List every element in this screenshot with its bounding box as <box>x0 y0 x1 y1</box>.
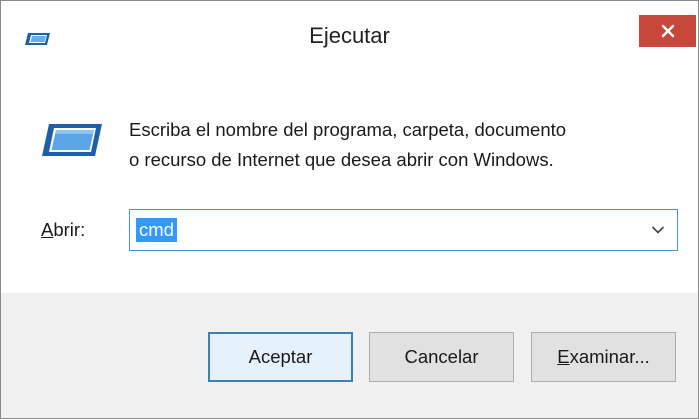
description-line-1: Escriba el nombre del programa, carpeta,… <box>129 119 567 140</box>
cancel-button-label: Cancelar <box>404 346 479 367</box>
browse-mnemonic: E <box>557 346 570 367</box>
ok-button-label: Aceptar <box>248 346 313 367</box>
open-label-mnemonic: A <box>41 219 54 240</box>
run-program-icon <box>42 124 102 156</box>
cancel-button[interactable]: Cancelar <box>369 332 514 382</box>
open-label-text: brir: <box>53 219 86 240</box>
open-label: Abrir: <box>41 219 85 241</box>
browse-button[interactable]: Examinar... <box>531 332 676 382</box>
dialog-content: Escriba el nombre del programa, carpeta,… <box>1 67 698 293</box>
browse-label-text: xaminar... <box>569 346 650 367</box>
browse-button-label: Examinar... <box>557 346 650 368</box>
open-combobox[interactable]: cmd <box>129 209 678 251</box>
run-dialog-icon <box>25 33 50 45</box>
title-bar[interactable]: Ejecutar <box>1 1 698 67</box>
button-bar: Aceptar Cancelar Examinar... <box>1 293 698 418</box>
window-title: Ejecutar <box>309 23 390 48</box>
ok-button[interactable]: Aceptar <box>208 332 353 382</box>
close-icon <box>661 24 674 38</box>
chevron-down-icon[interactable] <box>651 225 665 235</box>
open-input-value[interactable]: cmd <box>136 218 177 242</box>
close-button[interactable] <box>639 15 696 47</box>
run-dialog: Ejecutar Escriba el nombre del programa,… <box>0 0 699 419</box>
description-line-2: o recurso de Internet que desea abrir co… <box>129 149 554 170</box>
description-text: Escriba el nombre del programa, carpeta,… <box>129 115 566 175</box>
